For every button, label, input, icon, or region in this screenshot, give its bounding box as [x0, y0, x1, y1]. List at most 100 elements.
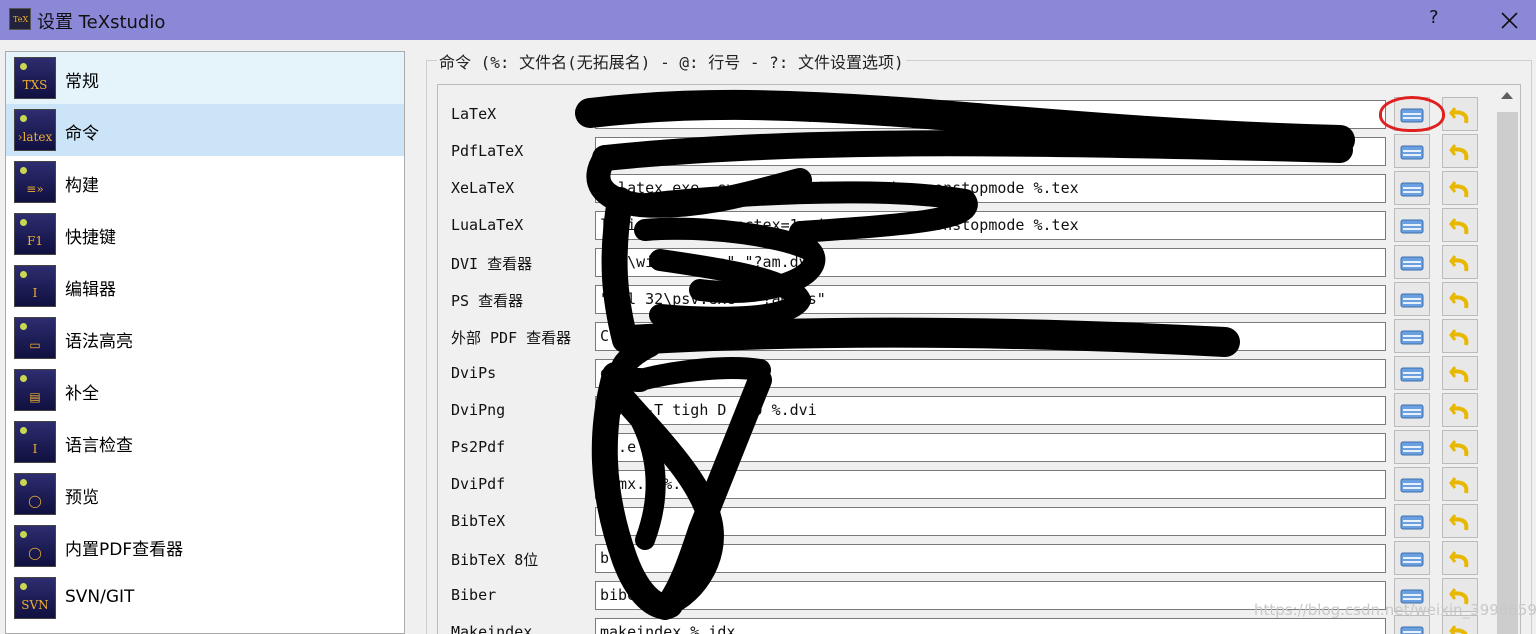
scrollbar-thumb[interactable]	[1497, 112, 1518, 634]
app-icon: TeX	[9, 8, 31, 30]
sidebar-item-command[interactable]: ›latex 命令	[6, 104, 404, 156]
command-input[interactable]: " xl 32\psv.exe" "?am.ps"	[595, 285, 1386, 314]
icon-dot	[20, 583, 27, 590]
icon-dot	[20, 479, 27, 486]
select-program-button[interactable]	[1394, 282, 1430, 316]
settings-sidebar: TXS 常规 ›latex 命令 ≡» 构建 F1 快捷键 I 编辑器 ▭ 语法高亮 ▤ 补全 I 语言检查 ◯…	[5, 51, 405, 634]
reset-default-button[interactable]	[1442, 245, 1478, 279]
select-program-button[interactable]	[1394, 541, 1430, 575]
reset-default-button[interactable]	[1442, 356, 1478, 390]
undo-icon	[1449, 403, 1469, 420]
reset-default-button[interactable]	[1442, 134, 1478, 168]
select-program-button[interactable]	[1394, 208, 1430, 242]
sidebar-item-label: 预览	[65, 488, 99, 508]
select-program-button[interactable]	[1394, 171, 1430, 205]
completion-icon: ▤	[14, 369, 56, 411]
folder-icon	[1400, 145, 1424, 160]
command-label: DviPdf	[451, 475, 506, 493]
select-program-button[interactable]	[1394, 134, 1430, 168]
command-input[interactable]: d	[595, 359, 1386, 388]
sidebar-item-general[interactable]: TXS 常规	[6, 52, 404, 104]
command-label: BibTeX	[451, 512, 506, 530]
command-label: 外部 PDF 查看器	[451, 329, 572, 347]
select-program-button[interactable]	[1394, 393, 1430, 427]
command-row: BibTeX .ex	[438, 504, 1520, 541]
command-input[interactable]: .exe -T tigh D 120 %.dvi	[595, 396, 1386, 425]
folder-icon	[1400, 404, 1424, 419]
command-row: PS 查看器 " xl 32\psv.exe" "?am.ps"	[438, 282, 1520, 319]
sidebar-item-language-check[interactable]: I 语言检查	[6, 416, 404, 468]
sidebar-item-label: 编辑器	[65, 280, 116, 300]
command-label: DviPs	[451, 364, 497, 382]
undo-icon	[1449, 440, 1469, 457]
window-title: 设置 TeXstudio	[37, 12, 166, 33]
icon-glyph: ◯	[28, 546, 42, 560]
icon-dot	[20, 427, 27, 434]
sidebar-item-pdf-viewer[interactable]: ◯ 内置PDF查看器	[6, 520, 404, 572]
sidebar-item-label: 命令	[65, 124, 99, 144]
icon-dot	[20, 375, 27, 382]
select-program-button[interactable]	[1394, 245, 1430, 279]
sidebar-item-label: 语法高亮	[65, 332, 133, 352]
syntax-highlight-icon: ▭	[14, 317, 56, 359]
folder-icon	[1400, 367, 1424, 382]
command-input[interactable]: l/bi 32/lua -synctex=1 -interaction=nons…	[595, 211, 1386, 240]
sidebar-item-preview[interactable]: ◯ 预览	[6, 468, 404, 520]
command-input[interactable]: xelatex.exe -synctex=1 -interaction=nons…	[595, 174, 1386, 203]
red-annotation-circle	[1379, 96, 1445, 132]
undo-icon	[1449, 144, 1469, 161]
select-program-button[interactable]	[1394, 319, 1430, 353]
icon-dot	[20, 219, 27, 226]
reset-default-button[interactable]	[1442, 467, 1478, 501]
scroll-up-arrow-icon[interactable]	[1501, 92, 1513, 99]
command-input[interactable]: dfmx.e %.dv	[595, 470, 1386, 499]
reset-default-button[interactable]	[1442, 208, 1478, 242]
folder-icon	[1400, 330, 1424, 345]
commands-scroll-area: Makeindex makeindex %.idx Biber bibe BibTeX …	[437, 84, 1521, 634]
sidebar-item-editor[interactable]: I 编辑器	[6, 260, 404, 312]
sidebar-item-build[interactable]: ≡» 构建	[6, 156, 404, 208]
command-input[interactable]: " n\wi out.exe" "?am.dvi"	[595, 248, 1386, 277]
icon-glyph: ◯	[28, 494, 42, 508]
select-program-button[interactable]	[1394, 430, 1430, 464]
command-input[interactable]: ... -interaction=nonstopmode %.tex	[595, 100, 1386, 129]
sidebar-item-completion[interactable]: ▤ 补全	[6, 364, 404, 416]
command-input[interactable]: C rgument ?am.pdf	[595, 322, 1386, 351]
sidebar-item-syntax-highlight[interactable]: ▭ 语法高亮	[6, 312, 404, 364]
reset-default-button[interactable]	[1442, 97, 1478, 131]
reset-default-button[interactable]	[1442, 504, 1478, 538]
help-button[interactable]: ?	[1429, 7, 1439, 28]
icon-glyph: ▤	[29, 390, 41, 404]
sidebar-item-svn[interactable]: SVN SVN/GIT	[6, 572, 404, 624]
command-row: PdfLaTeX "	[438, 134, 1520, 171]
command-input[interactable]: df.e .ps	[595, 433, 1386, 462]
reset-default-button[interactable]	[1442, 430, 1478, 464]
command-input[interactable]: "	[595, 137, 1386, 166]
app-icon-label: TeX	[13, 15, 29, 24]
watermark-text: https://blog.csdn.net/weixin_39966597	[1254, 601, 1536, 619]
select-program-button[interactable]	[1394, 504, 1430, 538]
select-program-button[interactable]	[1394, 467, 1430, 501]
command-input[interactable]: makeindex %.idx	[595, 618, 1386, 634]
vertical-scrollbar[interactable]	[1494, 85, 1520, 634]
general-icon: TXS	[14, 57, 56, 99]
command-input[interactable]: .ex	[595, 507, 1386, 536]
icon-glyph: ▭	[29, 338, 41, 352]
sidebar-item-shortcut[interactable]: F1 快捷键	[6, 208, 404, 260]
command-label: PS 查看器	[451, 292, 524, 310]
reset-default-button[interactable]	[1442, 319, 1478, 353]
reset-default-button[interactable]	[1442, 541, 1478, 575]
command-row: LuaLaTeX l/bi 32/lua -synctex=1 -interac…	[438, 208, 1520, 245]
reset-default-button[interactable]	[1442, 171, 1478, 205]
undo-icon	[1449, 366, 1469, 383]
close-button[interactable]	[1496, 4, 1524, 34]
undo-icon	[1449, 107, 1469, 124]
icon-glyph: I	[32, 442, 38, 456]
icon-dot	[20, 531, 27, 538]
reset-default-button[interactable]	[1442, 282, 1478, 316]
reset-default-button[interactable]	[1442, 393, 1478, 427]
shortcut-icon: F1	[14, 213, 56, 255]
select-program-button[interactable]	[1394, 356, 1430, 390]
command-label: LuaLaTeX	[451, 216, 524, 234]
command-input[interactable]: b 8.	[595, 544, 1386, 573]
